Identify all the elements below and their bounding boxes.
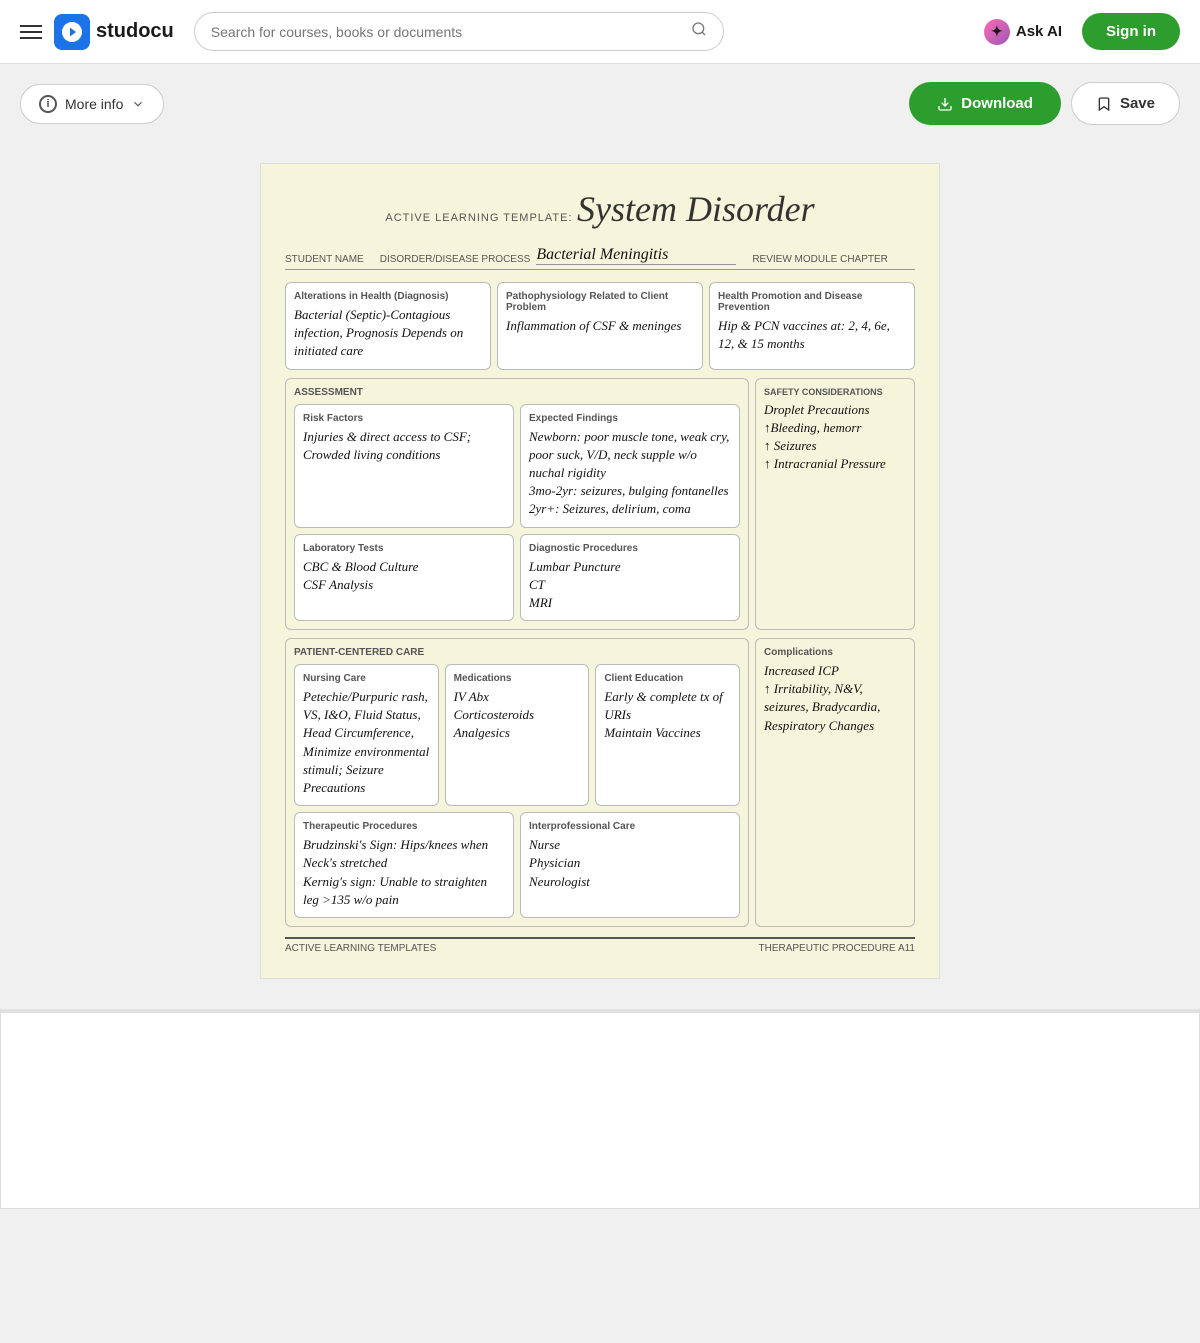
assessment-grid-top: Risk Factors Injuries & direct access to… <box>294 404 740 528</box>
pathophysiology-box: Pathophysiology Related to Client Proble… <box>497 282 703 370</box>
chevron-down-icon <box>131 97 145 111</box>
interprofessional-content: Nurse Physician Neurologist <box>529 836 731 891</box>
interprofessional-box: Interprofessional Care Nurse Physician N… <box>520 812 740 918</box>
pathophysiology-content: Inflammation of CSF & meninges <box>506 317 694 335</box>
client-education-title: Client Education <box>604 673 731 684</box>
hamburger-menu[interactable] <box>20 25 42 39</box>
complications-box: Complications Increased ICP ↑ Irritabili… <box>755 638 915 927</box>
therapeutic-title: Therapeutic Procedures <box>303 821 505 832</box>
lab-tests-content: CBC & Blood Culture CSF Analysis <box>303 558 505 594</box>
logo: studocu <box>54 14 174 50</box>
safety-box: SAFETY CONSIDERATIONS Droplet Precaution… <box>755 378 915 631</box>
ask-ai-button[interactable]: ✦ Ask AI <box>984 19 1062 45</box>
diagnostic-content: Lumbar Puncture CT MRI <box>529 558 731 613</box>
info-icon: i <box>39 95 57 113</box>
toolbar: i More info Download Save <box>0 64 1200 143</box>
more-info-button[interactable]: i More info <box>20 84 164 124</box>
template-header: ACTIVE LEARNING TEMPLATE: System Disorde… <box>285 188 915 230</box>
review-module-field: REVIEW MODULE CHAPTER <box>752 246 888 269</box>
save-button[interactable]: Save <box>1071 82 1180 125</box>
header: studocu ✦ Ask AI Sign in <box>0 0 1200 64</box>
student-name-field: STUDENT NAME <box>285 246 364 269</box>
ai-icon: ✦ <box>984 19 1010 45</box>
therapeutic-box: Therapeutic Procedures Brudzinski's Sign… <box>294 812 514 918</box>
info-row: STUDENT NAME DISORDER/DISEASE PROCESS Ba… <box>285 246 915 270</box>
expected-findings-title: Expected Findings <box>529 413 731 424</box>
safety-label: SAFETY CONSIDERATIONS <box>764 387 906 397</box>
assessment-label: ASSESSMENT <box>294 387 740 398</box>
footer-left: ACTIVE LEARNING TEMPLATES <box>285 943 436 954</box>
assessment-section: ASSESSMENT Risk Factors Injuries & direc… <box>285 378 915 631</box>
more-info-label: More info <box>65 96 123 112</box>
search-input[interactable] <box>211 24 683 40</box>
expected-findings-box: Expected Findings Newborn: poor muscle t… <box>520 404 740 528</box>
download-button[interactable]: Download <box>909 82 1061 125</box>
lab-tests-box: Laboratory Tests CBC & Blood Culture CSF… <box>294 534 514 622</box>
health-promotion-title: Health Promotion and Disease Prevention <box>718 291 906 313</box>
safety-content: Droplet Precautions ↑Bleeding, hemorr ↑ … <box>764 401 906 474</box>
nursing-care-title: Nursing Care <box>303 673 430 684</box>
expected-findings-content: Newborn: poor muscle tone, weak cry, poo… <box>529 428 731 519</box>
risk-factors-content: Injuries & direct access to CSF; Crowded… <box>303 428 505 464</box>
alterations-content: Bacterial (Septic)-Contagious infection,… <box>294 306 482 361</box>
health-promotion-content: Hip & PCN vaccines at: 2, 4, 6e, 12, & 1… <box>718 317 906 353</box>
complications-title: Complications <box>764 647 906 658</box>
sign-in-button[interactable]: Sign in <box>1082 13 1180 50</box>
assessment-grid-bottom: Laboratory Tests CBC & Blood Culture CSF… <box>294 534 740 622</box>
disorder-field: DISORDER/DISEASE PROCESS Bacterial Menin… <box>380 246 737 269</box>
student-name-label: STUDENT NAME <box>285 254 364 265</box>
download-icon <box>937 96 953 112</box>
document-container: ACTIVE LEARNING TEMPLATE: System Disorde… <box>0 143 1200 999</box>
pcc-grid-top: Nursing Care Petechie/Purpuric rash, VS,… <box>294 664 740 806</box>
bookmark-icon <box>1096 96 1112 112</box>
pathophysiology-title: Pathophysiology Related to Client Proble… <box>506 291 694 313</box>
doc-footer: ACTIVE LEARNING TEMPLATES THERAPEUTIC PR… <box>285 937 915 954</box>
diagnostic-title: Diagnostic Procedures <box>529 543 731 554</box>
download-label: Download <box>961 95 1033 112</box>
toolbar-right: Download Save <box>909 82 1180 125</box>
risk-factors-title: Risk Factors <box>303 413 505 424</box>
review-module-label: REVIEW MODULE CHAPTER <box>752 254 888 265</box>
nursing-care-content: Petechie/Purpuric rash, VS, I&O, Fluid S… <box>303 688 430 797</box>
health-promotion-box: Health Promotion and Disease Prevention … <box>709 282 915 370</box>
search-icon <box>691 21 707 42</box>
disorder-label: DISORDER/DISEASE PROCESS <box>380 254 531 265</box>
template-label: ACTIVE LEARNING TEMPLATE: <box>385 212 572 224</box>
lab-tests-title: Laboratory Tests <box>303 543 505 554</box>
pcc-grid-bottom: Therapeutic Procedures Brudzinski's Sign… <box>294 812 740 918</box>
pcc-label: PATIENT-CENTERED CARE <box>294 647 740 658</box>
client-education-box: Client Education Early & complete tx of … <box>595 664 740 806</box>
alterations-box: Alterations in Health (Diagnosis) Bacter… <box>285 282 491 370</box>
medications-title: Medications <box>454 673 581 684</box>
search-bar[interactable] <box>194 12 724 51</box>
nursing-care-box: Nursing Care Petechie/Purpuric rash, VS,… <box>294 664 439 806</box>
logo-text: studocu <box>96 20 174 43</box>
diagnostic-box: Diagnostic Procedures Lumbar Puncture CT… <box>520 534 740 622</box>
client-education-content: Early & complete tx of URIs Maintain Vac… <box>604 688 731 743</box>
pcc-section: PATIENT-CENTERED CARE Nursing Care Petec… <box>285 638 915 927</box>
pcc-inner: PATIENT-CENTERED CARE Nursing Care Petec… <box>285 638 749 927</box>
interprofessional-title: Interprofessional Care <box>529 821 731 832</box>
medications-box: Medications IV Abx Corticosteroids Analg… <box>445 664 590 806</box>
disorder-value: Bacterial Meningitis <box>536 246 736 265</box>
top-boxes: Alterations in Health (Diagnosis) Bacter… <box>285 282 915 370</box>
alterations-title: Alterations in Health (Diagnosis) <box>294 291 482 302</box>
template-title: System Disorder <box>577 189 815 229</box>
therapeutic-content: Brudzinski's Sign: Hips/knees when Neck'… <box>303 836 505 909</box>
medications-content: IV Abx Corticosteroids Analgesics <box>454 688 581 743</box>
document: ACTIVE LEARNING TEMPLATE: System Disorde… <box>260 163 940 979</box>
bottom-section <box>0 1009 1200 1209</box>
risk-factors-box: Risk Factors Injuries & direct access to… <box>294 404 514 528</box>
logo-icon <box>54 14 90 50</box>
ask-ai-label: Ask AI <box>1016 23 1062 40</box>
complications-content: Increased ICP ↑ Irritability, N&V, seizu… <box>764 662 906 735</box>
assessment-inner: ASSESSMENT Risk Factors Injuries & direc… <box>285 378 749 631</box>
save-label: Save <box>1120 95 1155 112</box>
footer-right: THERAPEUTIC PROCEDURE A11 <box>758 943 915 954</box>
